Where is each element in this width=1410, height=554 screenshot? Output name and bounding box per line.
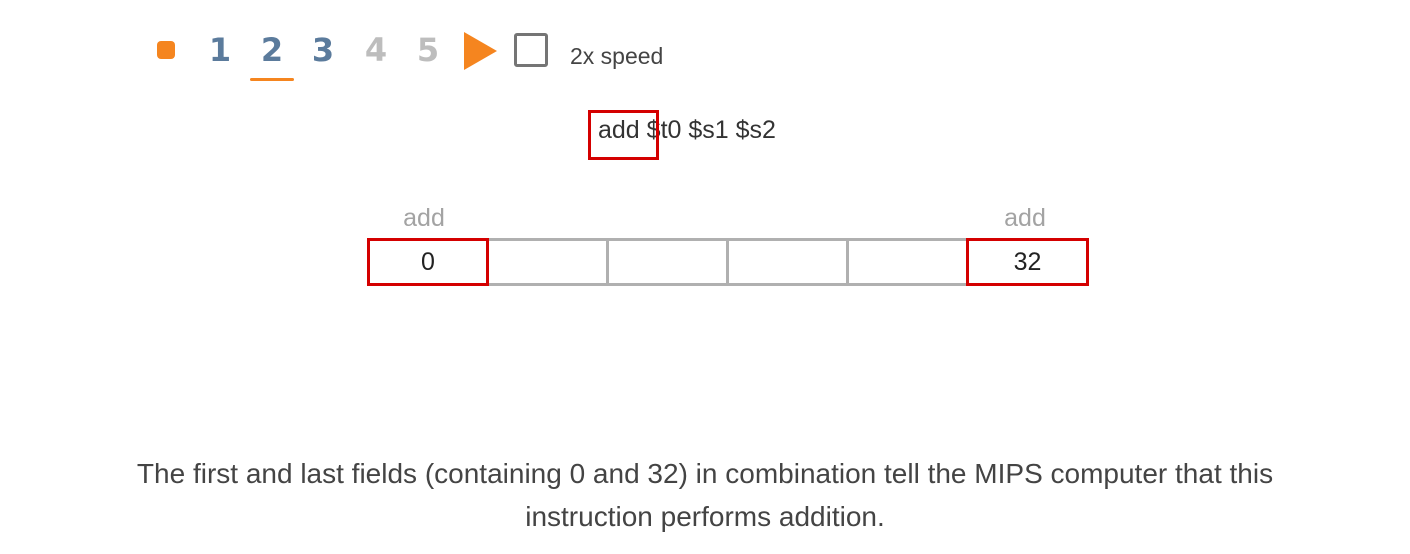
instruction-operands: $t0 $s1 $s2 — [639, 116, 776, 144]
field-rs — [489, 238, 609, 286]
field-op: 0 — [367, 238, 489, 286]
step-3-button[interactable]: 3 — [303, 28, 343, 72]
step-2-button[interactable]: 2 — [250, 28, 294, 81]
step-5-button[interactable]: 5 — [408, 28, 448, 72]
start-over-button[interactable] — [157, 41, 175, 59]
field-rt — [609, 238, 729, 286]
step-caption: The first and last fields (containing 0 … — [136, 458, 1274, 532]
step-4-button[interactable]: 4 — [356, 28, 396, 72]
play-icon[interactable] — [464, 32, 497, 70]
speed-label: 2x speed — [570, 43, 664, 69]
last-field-label: add — [1004, 204, 1046, 232]
field-rd — [729, 238, 849, 286]
field-funct: 32 — [966, 238, 1089, 286]
step-1-button[interactable]: 1 — [200, 28, 240, 72]
instruction-opcode: add — [598, 116, 640, 144]
instruction-format-fields: 0 32 — [367, 238, 1094, 286]
assembly-instruction: add $t0 $s1 $s2 — [598, 112, 776, 148]
field-shamt — [849, 238, 969, 286]
first-field-label: add — [403, 204, 445, 232]
animation-controls: 1 2 3 4 5 2x speed — [156, 26, 716, 84]
speed-checkbox[interactable] — [514, 33, 548, 67]
